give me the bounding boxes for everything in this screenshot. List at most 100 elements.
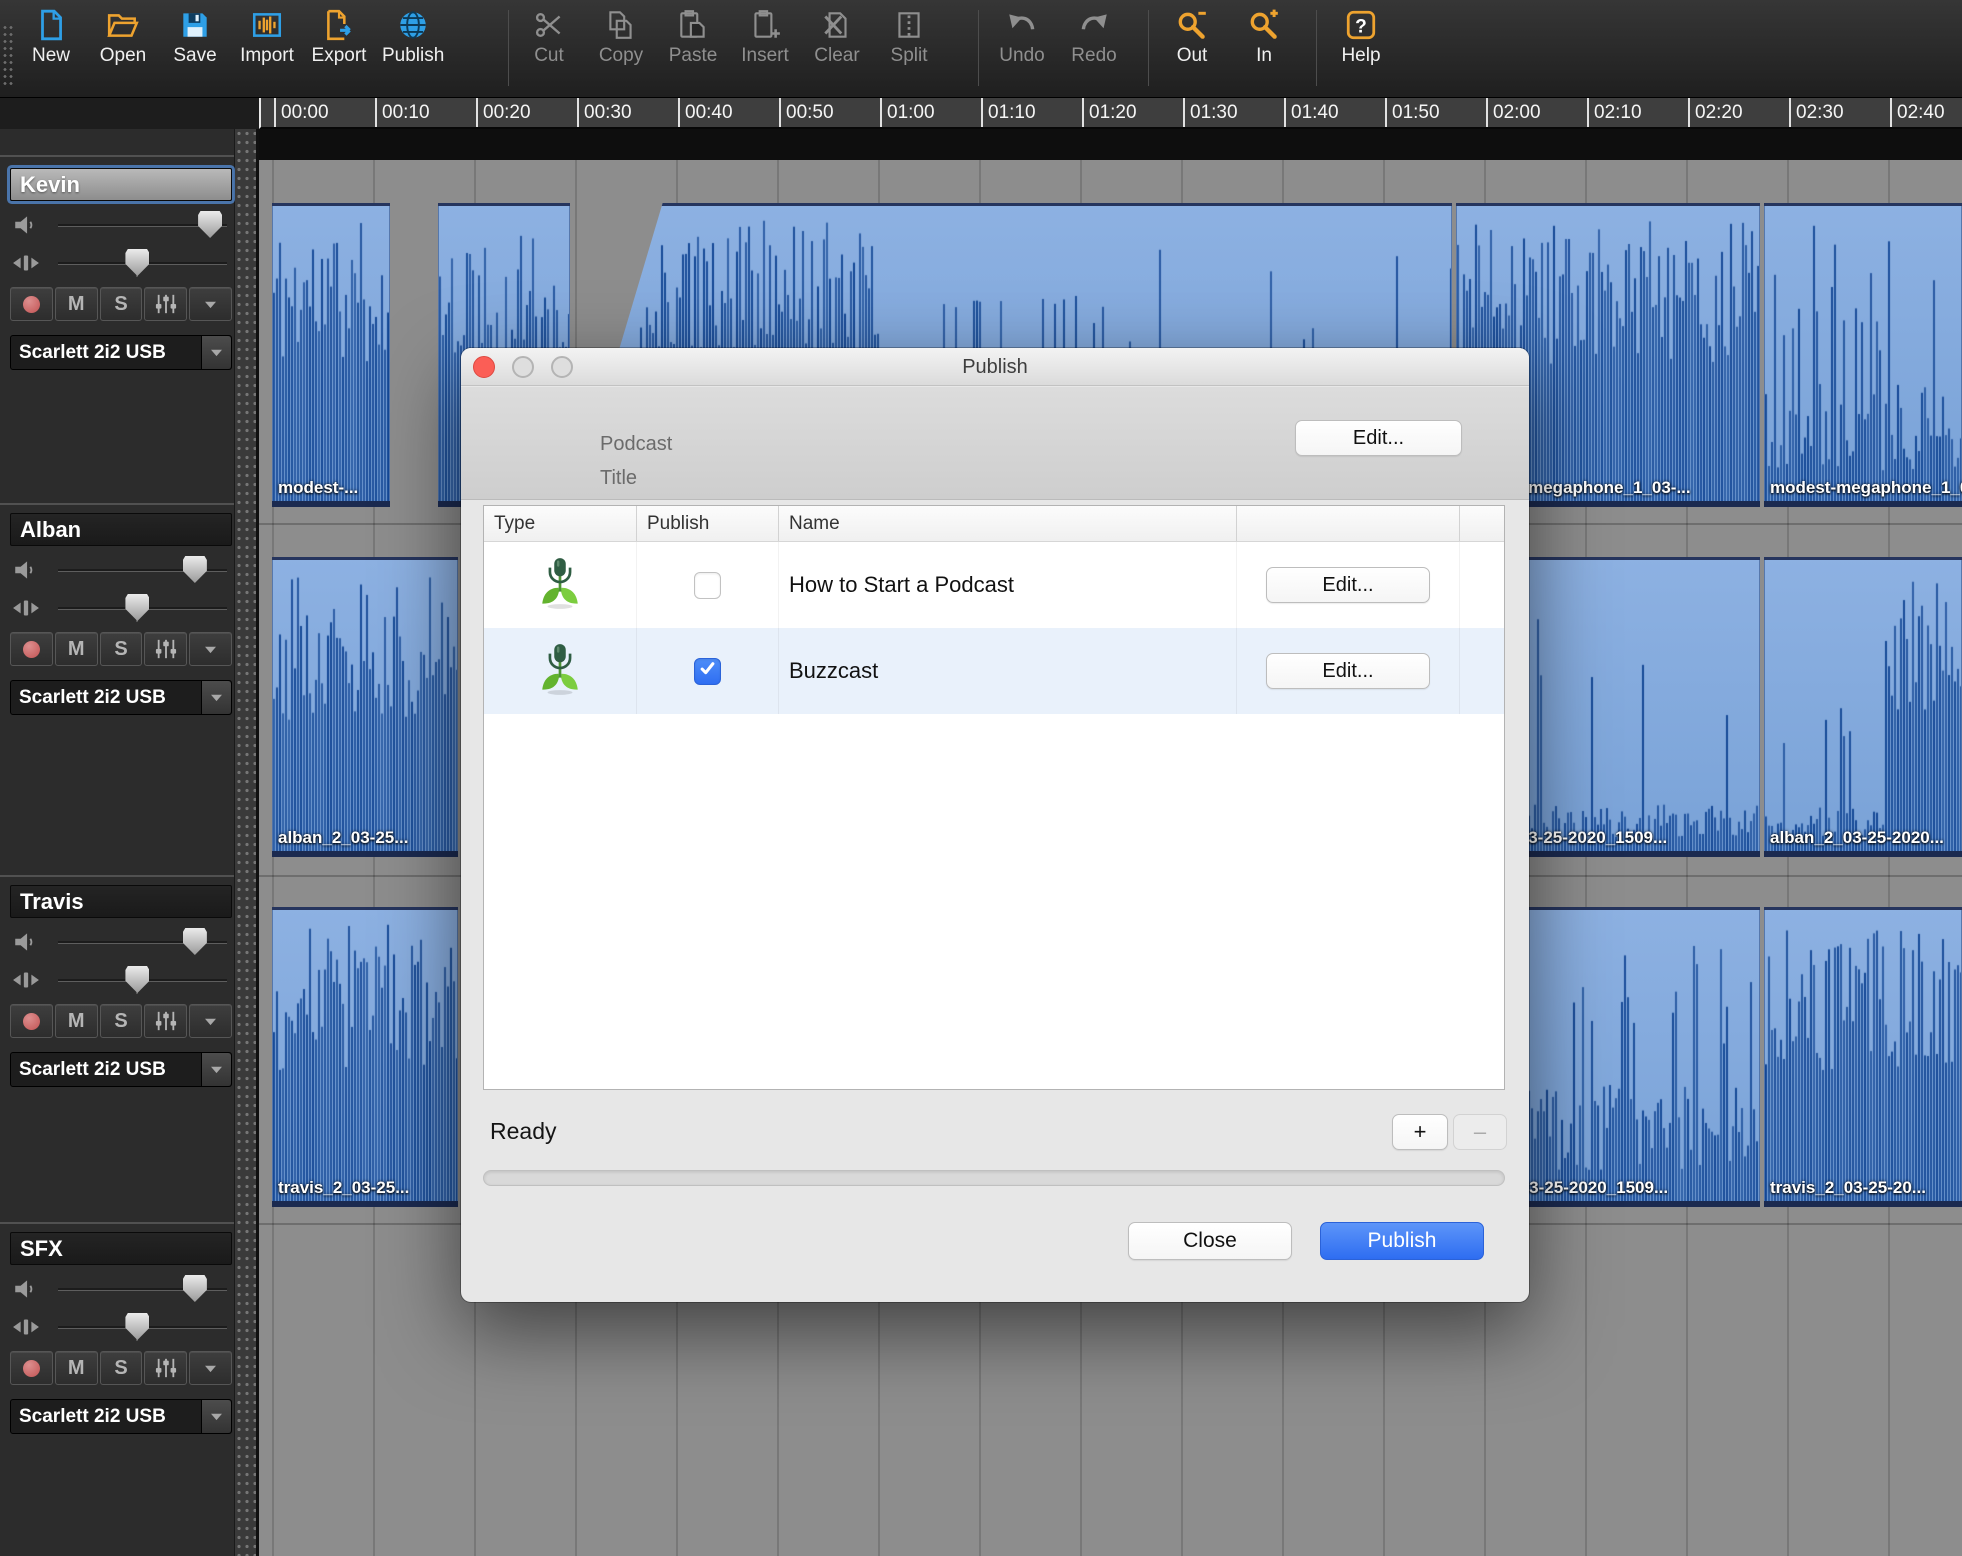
- audio-clip[interactable]: alban_2_03-25...: [272, 557, 458, 857]
- volume-slider-thumb[interactable]: [183, 928, 207, 955]
- toolbar-button-label: Paste: [669, 45, 718, 67]
- ruler-tick: [1688, 98, 1690, 129]
- pan-slider[interactable]: [10, 965, 232, 995]
- clip-bottom-edge: [1764, 851, 1962, 857]
- ruler-tick-label: 01:00: [887, 102, 935, 124]
- record-arm-button[interactable]: [10, 1351, 53, 1385]
- publish-checkbox[interactable]: [694, 572, 721, 599]
- publish-button[interactable]: Publish: [1320, 1222, 1484, 1260]
- effects-mixer-button[interactable]: [144, 1004, 187, 1038]
- ruler-tick-label: 00:40: [685, 102, 733, 124]
- pan-slider[interactable]: [10, 1312, 232, 1342]
- toolbar-button-label: Help: [1341, 45, 1380, 67]
- track-options-button[interactable]: [189, 632, 232, 666]
- toolbar-button-help[interactable]: ?Help: [1332, 8, 1390, 67]
- waveform: [273, 910, 457, 1201]
- effects-mixer-button[interactable]: [144, 632, 187, 666]
- mute-button[interactable]: M: [55, 1351, 98, 1385]
- record-arm-button[interactable]: [10, 632, 53, 666]
- timeline-ruler[interactable]: 00:0000:1000:2000:3000:4000:5001:0001:10…: [259, 98, 1962, 129]
- chevron-down-icon[interactable]: [201, 1053, 231, 1086]
- input-device-dropdown[interactable]: Scarlett 2i2 USB: [10, 680, 232, 715]
- record-icon: [23, 641, 40, 658]
- ruler-tick: [476, 98, 478, 129]
- solo-button[interactable]: S: [100, 1004, 143, 1038]
- volume-slider[interactable]: [10, 555, 232, 585]
- track-name-field[interactable]: Travis: [10, 885, 232, 918]
- add-podcast-button[interactable]: +: [1392, 1114, 1448, 1150]
- track-options-button[interactable]: [189, 287, 232, 321]
- volume-slider-thumb[interactable]: [198, 211, 222, 238]
- track-name-field[interactable]: Alban: [10, 513, 232, 546]
- ruler-tick: [1789, 98, 1791, 129]
- solo-button[interactable]: S: [100, 632, 143, 666]
- audio-clip[interactable]: modest-megaphone_1_03-...: [1764, 203, 1962, 507]
- audio-clip[interactable]: travis_2_03-25...: [272, 907, 458, 1207]
- track-options-button[interactable]: [189, 1351, 232, 1385]
- volume-slider-thumb[interactable]: [183, 556, 207, 583]
- toolbar-button-label: New: [32, 45, 70, 67]
- pan-slider[interactable]: [10, 248, 232, 278]
- toolbar-button-publish[interactable]: Publish: [382, 8, 444, 67]
- volume-slider[interactable]: [10, 1274, 232, 1304]
- split-icon: [892, 8, 926, 42]
- title-label: Title: [600, 467, 637, 490]
- toolbar-button-in[interactable]: In: [1235, 8, 1293, 67]
- mute-button[interactable]: M: [55, 632, 98, 666]
- track-options-button[interactable]: [189, 1004, 232, 1038]
- waveform: [1765, 560, 1961, 851]
- chevron-down-icon[interactable]: [201, 336, 231, 369]
- edit-podcast-row-button[interactable]: Edit...: [1266, 653, 1430, 689]
- open-folder-icon: [106, 8, 140, 42]
- ruler-tick: [1385, 98, 1387, 129]
- close-button[interactable]: Close: [1128, 1222, 1292, 1260]
- edit-podcast-button[interactable]: Edit...: [1295, 420, 1462, 456]
- record-arm-button[interactable]: [10, 1004, 53, 1038]
- volume-slider-thumb[interactable]: [183, 1275, 207, 1302]
- solo-button[interactable]: S: [100, 1351, 143, 1385]
- toolbar-button-open[interactable]: Open: [94, 8, 152, 67]
- track-name-field[interactable]: SFX: [10, 1232, 232, 1265]
- input-device-dropdown[interactable]: Scarlett 2i2 USB: [10, 1052, 232, 1087]
- mute-button[interactable]: M: [55, 287, 98, 321]
- publish-progress-bar: [483, 1170, 1505, 1186]
- pan-slider-thumb[interactable]: [125, 249, 149, 276]
- toolbar-button-new[interactable]: New: [22, 8, 80, 67]
- mute-button[interactable]: M: [55, 1004, 98, 1038]
- record-arm-button[interactable]: [10, 287, 53, 321]
- ruler-left-spacer: [0, 98, 259, 129]
- input-device-dropdown[interactable]: Scarlett 2i2 USB: [10, 335, 232, 370]
- clip-bottom-edge: [1764, 1201, 1962, 1207]
- pan-slider-thumb[interactable]: [125, 594, 149, 621]
- pan-slider-thumb[interactable]: [125, 1313, 149, 1340]
- solo-button[interactable]: S: [100, 287, 143, 321]
- volume-slider[interactable]: [10, 210, 232, 240]
- pan-slider-thumb[interactable]: [125, 966, 149, 993]
- dialog-titlebar[interactable]: Publish: [461, 348, 1529, 386]
- toolbar-separator: [1316, 10, 1317, 86]
- input-device-dropdown[interactable]: Scarlett 2i2 USB: [10, 1399, 232, 1434]
- publish-checkbox[interactable]: [694, 658, 721, 685]
- toolbar-button-save[interactable]: Save: [166, 8, 224, 67]
- toolbar-button-out[interactable]: Out: [1163, 8, 1221, 67]
- ruler-tick: [678, 98, 680, 129]
- effects-mixer-button[interactable]: [144, 1351, 187, 1385]
- volume-slider[interactable]: [10, 927, 232, 957]
- chevron-down-icon[interactable]: [201, 1400, 231, 1433]
- sidebar-resize-grip[interactable]: [234, 129, 256, 1556]
- scissors-icon: [532, 8, 566, 42]
- audio-clip[interactable]: modest-...: [272, 203, 390, 507]
- ruler-tick: [981, 98, 983, 129]
- podcast-row[interactable]: How to Start a PodcastEdit...: [484, 542, 1504, 628]
- audio-clip[interactable]: alban_2_03-25-2020...: [1764, 557, 1962, 857]
- track-name-field[interactable]: Kevin: [10, 168, 232, 201]
- toolbar-button-export[interactable]: Export: [310, 8, 368, 67]
- edit-podcast-row-button[interactable]: Edit...: [1266, 567, 1430, 603]
- toolbar-button-import[interactable]: Import: [238, 8, 296, 67]
- podcast-row[interactable]: BuzzcastEdit...: [484, 628, 1504, 714]
- effects-mixer-button[interactable]: [144, 287, 187, 321]
- track-panel-alban: Alban MS Scarlett 2i2 USB: [10, 513, 232, 723]
- audio-clip[interactable]: travis_2_03-25-20...: [1764, 907, 1962, 1207]
- chevron-down-icon[interactable]: [201, 681, 231, 714]
- pan-slider[interactable]: [10, 593, 232, 623]
